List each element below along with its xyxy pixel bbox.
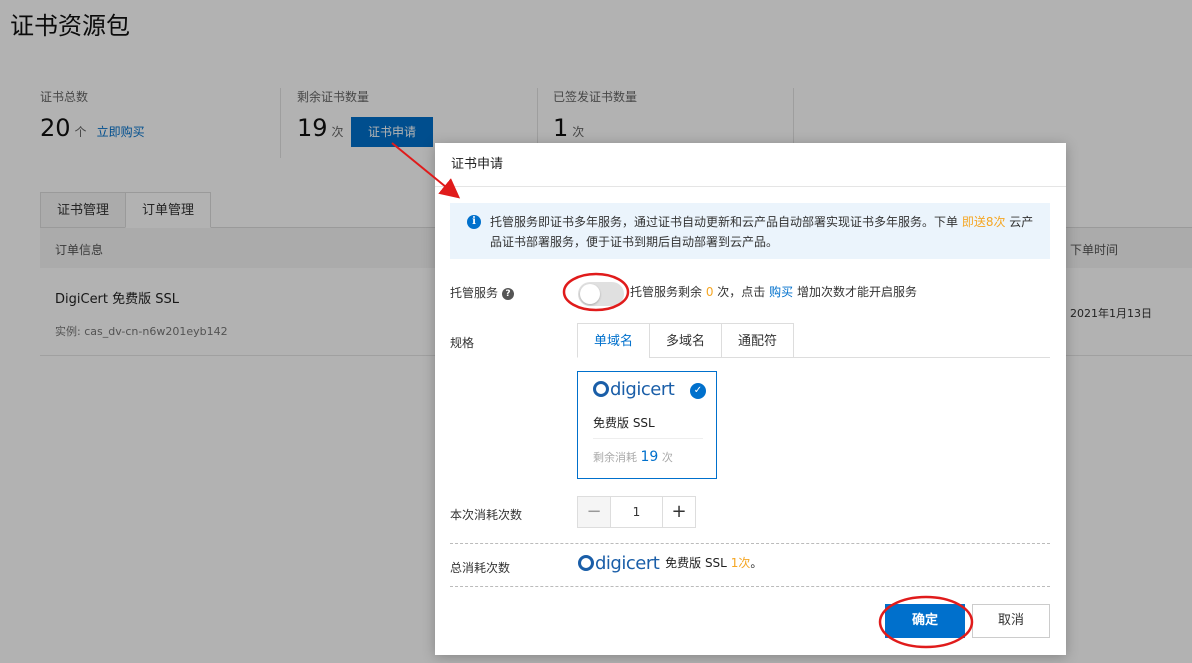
buy-link[interactable]: 购买 — [769, 285, 793, 299]
check-icon: ✓ — [690, 383, 706, 399]
digicert-logo: digicert — [578, 553, 660, 574]
card-divider — [593, 438, 703, 439]
confirm-button[interactable]: 确定 — [885, 604, 965, 638]
hosting-text-1: 托管服务剩余 — [630, 285, 706, 299]
remain-label: 剩余消耗 — [593, 451, 637, 464]
hosting-label-row: 托管服务? — [450, 284, 515, 301]
help-icon[interactable]: ? — [502, 287, 515, 300]
tab-multi-domain[interactable]: 多域名 — [649, 323, 723, 358]
total-count: 1次 — [730, 556, 751, 570]
remain-count: 19 — [640, 449, 659, 465]
total-consumption: digicert 免费版 SSL 1次。 — [578, 553, 762, 574]
product-name: 免费版 SSL — [593, 416, 655, 430]
consume-label: 本次消耗次数 — [450, 508, 523, 522]
info-notice: i 托管服务即证书多年服务，通过证书自动更新和云产品自动部署实现证书多年服务。下… — [450, 203, 1050, 259]
product-card[interactable]: digicert ✓ 免费版 SSL 剩余消耗 19 次 — [577, 371, 717, 479]
dashed-divider — [450, 543, 1050, 544]
quantity-input[interactable]: 1 — [610, 497, 663, 527]
notice-text-1: 托管服务即证书多年服务，通过证书自动更新和云产品自动部署实现证书多年服务。下单 — [490, 215, 962, 229]
dialog-title: 证书申请 — [435, 143, 1066, 187]
tab-single-domain[interactable]: 单域名 — [577, 323, 651, 358]
hosting-text-3: 增加次数才能开启服务 — [793, 285, 917, 299]
cancel-button[interactable]: 取消 — [972, 604, 1050, 638]
hosting-toggle[interactable] — [578, 282, 624, 306]
total-product: 免费版 SSL — [665, 556, 727, 570]
certificate-apply-dialog: 证书申请 i 托管服务即证书多年服务，通过证书自动更新和云产品自动部署实现证书多… — [435, 143, 1066, 655]
quantity-stepper: − 1 + — [577, 496, 696, 528]
remaining-consumption: 剩余消耗 19 次 — [593, 449, 673, 465]
increment-button[interactable]: + — [663, 497, 695, 527]
remain-unit: 次 — [661, 451, 673, 464]
tab-wildcard[interactable]: 通配符 — [721, 323, 795, 358]
toggle-knob — [580, 284, 600, 304]
total-suffix: 。 — [750, 556, 763, 570]
decrement-button[interactable]: − — [578, 497, 610, 527]
spec-label: 规格 — [450, 336, 475, 350]
hosting-label: 托管服务 — [450, 286, 499, 300]
info-icon: i — [467, 215, 481, 229]
hosting-text-2: 次，点击 — [713, 285, 770, 299]
hosting-status-text: 托管服务剩余 0 次，点击 购买 增加次数才能开启服务 — [630, 283, 917, 300]
total-label: 总消耗次数 — [450, 561, 511, 575]
notice-highlight: 即送8次 — [961, 215, 1006, 229]
dashed-divider — [450, 586, 1050, 587]
digicert-logo: digicert — [593, 379, 675, 400]
spec-tabs: 单域名 多域名 通配符 — [577, 323, 795, 358]
